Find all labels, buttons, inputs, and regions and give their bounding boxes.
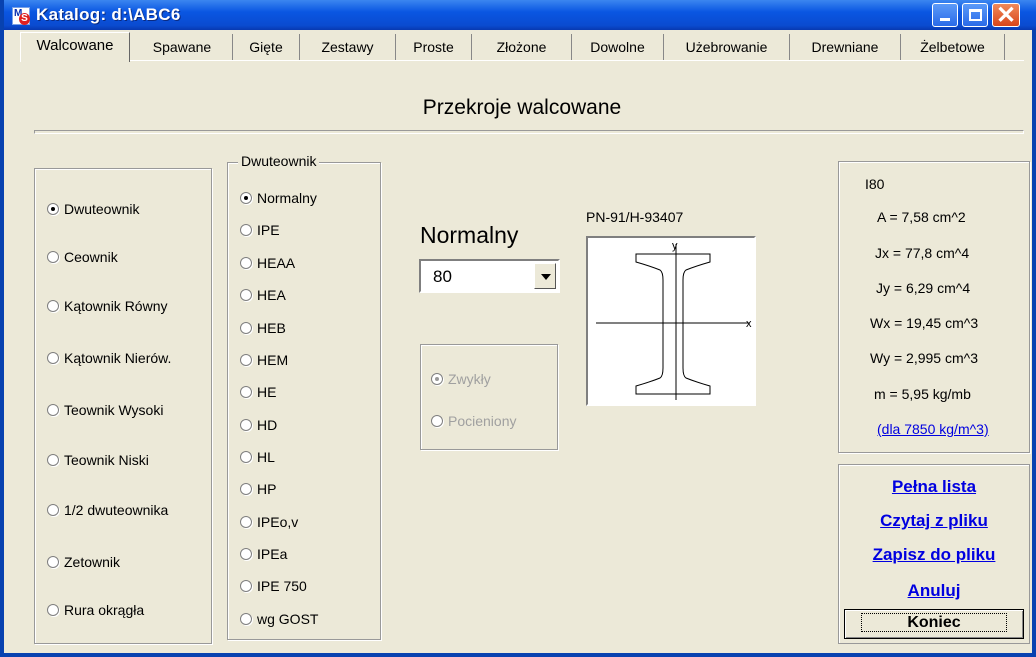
prop-area: A = 7,58 cm^2 — [877, 209, 966, 225]
close-button[interactable]: Koniec — [844, 609, 1024, 639]
radio-dot — [240, 613, 252, 625]
title-bar[interactable]: MS Katalog: d:\ABC6 ✕ — [4, 0, 1036, 30]
radio-dot — [47, 203, 59, 215]
save-file-link[interactable]: Zapisz do pliku — [839, 545, 1029, 565]
radio-dot — [240, 224, 252, 236]
radio-dot — [240, 257, 252, 269]
tab-zlozone[interactable]: Złożone — [472, 34, 572, 60]
radio-dot — [47, 251, 59, 263]
section-figure: x y — [586, 236, 756, 406]
radio-dot — [240, 322, 252, 334]
prop-jx: Jx = 77,8 cm^4 — [875, 245, 970, 261]
close-icon: ✕ — [996, 2, 1017, 29]
tab-proste[interactable]: Proste — [396, 34, 472, 60]
chevron-down-icon[interactable] — [534, 263, 556, 289]
radio-dot — [240, 451, 252, 463]
actions-panel: Pełna lista Czytaj z pliku Zapisz do pli… — [838, 464, 1030, 644]
density-link[interactable]: (dla 7850 kg/m^3) — [877, 421, 989, 437]
standard-label: PN-91/H-93407 — [586, 209, 684, 225]
series-label: Normalny — [420, 222, 519, 248]
radio-dot — [47, 604, 59, 616]
app-icon: MS — [12, 7, 30, 25]
size-select-value: 80 — [433, 267, 452, 286]
radio-dot — [47, 454, 59, 466]
radio-dot — [240, 354, 252, 366]
radio-dot — [240, 548, 252, 560]
cancel-link[interactable]: Anuluj — [839, 581, 1029, 601]
radio-dot — [240, 419, 252, 431]
profile-name: I80 — [865, 176, 885, 192]
dwuteownik-group-title: Dwuteownik — [238, 153, 320, 169]
radio-dot — [47, 300, 59, 312]
i-beam-drawing: x y — [596, 240, 752, 400]
dwuteownik-group: Dwuteownik Normalny IPE HEAA HEA HEB HEM… — [227, 153, 381, 640]
radio-dot — [431, 415, 443, 427]
close-window-button[interactable]: ✕ — [992, 2, 1020, 29]
prop-wy: Wy = 2,995 cm^3 — [870, 350, 978, 366]
minimize-button[interactable] — [932, 3, 958, 27]
radio-dot — [240, 289, 252, 301]
radio-dot — [47, 556, 59, 568]
radio-dot — [47, 352, 59, 364]
properties-panel: I80 A = 7,58 cm^2 Jx = 77,8 cm^4 Jy = 6,… — [838, 161, 1030, 453]
i-beam-outline — [635, 253, 711, 395]
radio-dot — [240, 192, 252, 204]
maximize-icon — [969, 9, 982, 21]
close-button-label: Koniec — [861, 613, 1007, 632]
read-file-link[interactable]: Czytaj z pliku — [839, 511, 1029, 531]
radio-dot — [240, 516, 252, 528]
heading-separator — [34, 130, 1024, 134]
radio-dot — [240, 386, 252, 398]
tab-strip-line — [20, 60, 1024, 61]
tab-giete[interactable]: Gięte — [233, 34, 300, 60]
x-axis-label: x — [746, 318, 752, 330]
radio-dot — [240, 580, 252, 592]
page-heading: Przekroje walcowane — [422, 96, 622, 119]
prop-wx: Wx = 19,45 cm^3 — [870, 315, 979, 331]
variant-group: Zwykły Pocieniony — [420, 344, 558, 450]
size-select[interactable]: 80 — [419, 259, 560, 293]
minimize-icon — [940, 18, 950, 21]
tab-dowolne[interactable]: Dowolne — [572, 34, 664, 60]
tab-drewniane[interactable]: Drewniane — [790, 34, 901, 60]
radio-dot — [47, 404, 59, 416]
tab-spawane[interactable]: Spawane — [132, 34, 233, 60]
radio-dot — [240, 483, 252, 495]
window-title: Katalog: d:\ABC6 — [36, 5, 181, 24]
tab-walcowane[interactable]: Walcowane — [20, 32, 130, 62]
shape-type-group: Dwuteownik Ceownik Kątownik Równy Kątown… — [34, 168, 212, 644]
full-list-link[interactable]: Pełna lista — [839, 477, 1029, 497]
tab-zelbetowe[interactable]: Żelbetowe — [901, 34, 1005, 60]
y-axis-label: y — [672, 240, 678, 252]
catalog-window: MS Katalog: d:\ABC6 ✕ Walcowane Spawane … — [0, 0, 1036, 657]
tab-zestawy[interactable]: Zestawy — [300, 34, 396, 60]
tab-uzebrowanie[interactable]: Użebrowanie — [664, 34, 790, 60]
radio-dot — [47, 504, 59, 516]
maximize-button[interactable] — [962, 3, 988, 27]
prop-jy: Jy = 6,29 cm^4 — [876, 280, 971, 296]
radio-dot — [431, 373, 443, 385]
prop-mass: m = 5,95 kg/mb — [874, 386, 971, 402]
